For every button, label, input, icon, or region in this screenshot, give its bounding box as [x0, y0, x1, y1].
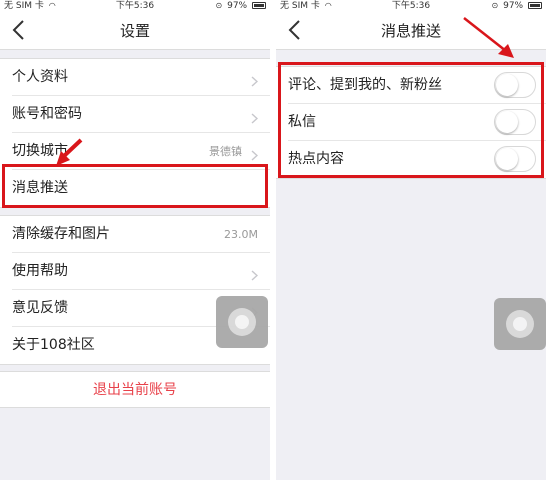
status-bar: 无 SIM 卡 ◠ 下午5:36 ⊙ 97% [0, 0, 270, 12]
assistive-touch-icon[interactable] [216, 296, 268, 348]
chevron-right-icon [251, 146, 259, 161]
status-right: ⊙ 97% [492, 0, 542, 12]
assistive-touch-core [513, 317, 527, 331]
row-label: 账号和密码 [12, 106, 82, 122]
orientation-lock-icon: ⊙ [215, 1, 223, 10]
row-value: 景德镇 [209, 145, 242, 158]
private-messages-toggle[interactable] [494, 109, 536, 135]
toggle-knob [496, 74, 518, 96]
assistive-touch-core [235, 315, 249, 329]
status-right: ⊙ 97% [216, 0, 266, 12]
settings-row-push-notifications[interactable]: 消息推送 [12, 170, 270, 207]
settings-row-account-password[interactable]: 账号和密码 [12, 96, 270, 133]
settings-row-help[interactable]: 使用帮助 [12, 253, 270, 290]
settings-row-clear-cache[interactable]: 清除缓存和图片 23.0M [12, 216, 270, 253]
toggle-row-hot-content: 热点内容 [288, 141, 546, 178]
battery-icon [528, 2, 542, 9]
settings-screen: 无 SIM 卡 ◠ 下午5:36 ⊙ 97% 设置 个人资料 账号和密码 切换城… [0, 0, 270, 480]
orientation-lock-icon: ⊙ [491, 1, 499, 10]
row-value: 23.0M [224, 228, 258, 241]
chevron-right-icon [251, 266, 259, 281]
battery-percent: 97% [227, 1, 248, 11]
toggle-knob [496, 111, 518, 133]
battery-icon [252, 2, 266, 9]
row-label: 消息推送 [12, 180, 68, 196]
comments-toggle[interactable] [494, 72, 536, 98]
row-label: 切换城市 [12, 143, 68, 159]
page-title: 消息推送 [380, 22, 441, 40]
settings-row-profile[interactable]: 个人资料 [12, 59, 270, 96]
nav-bar: 设置 [0, 12, 270, 50]
push-toggle-group: 评论、提到我的、新粉丝 私信 热点内容 [276, 66, 546, 179]
row-label: 私信 [288, 114, 316, 130]
row-label: 热点内容 [288, 151, 344, 167]
chevron-right-icon [251, 72, 259, 87]
hot-content-toggle[interactable] [494, 146, 536, 172]
nav-bar: 消息推送 [276, 12, 546, 50]
row-label: 评论、提到我的、新粉丝 [288, 77, 442, 93]
row-label: 意见反馈 [12, 300, 68, 316]
settings-group-account: 个人资料 账号和密码 切换城市 景德镇 消息推送 [0, 58, 270, 208]
row-label: 使用帮助 [12, 263, 68, 279]
toggle-row-comments: 评论、提到我的、新粉丝 [288, 67, 546, 104]
settings-row-switch-city[interactable]: 切换城市 景德镇 [12, 133, 270, 170]
row-label: 清除缓存和图片 [12, 226, 110, 242]
page-title: 设置 [119, 22, 150, 40]
logout-button[interactable]: 退出当前账号 [0, 371, 270, 408]
chevron-right-icon [251, 109, 259, 124]
assistive-touch-icon[interactable] [494, 298, 546, 350]
battery-percent: 97% [503, 1, 524, 11]
row-label: 个人资料 [12, 69, 68, 85]
row-label: 关于108社区 [12, 337, 95, 353]
toggle-row-private-messages: 私信 [288, 104, 546, 141]
push-settings-screen: 无 SIM 卡 ◠ 下午5:36 ⊙ 97% 消息推送 评论、提到我的、新粉丝 … [276, 0, 546, 480]
status-bar: 无 SIM 卡 ◠ 下午5:36 ⊙ 97% [276, 0, 546, 12]
toggle-knob [496, 148, 518, 170]
